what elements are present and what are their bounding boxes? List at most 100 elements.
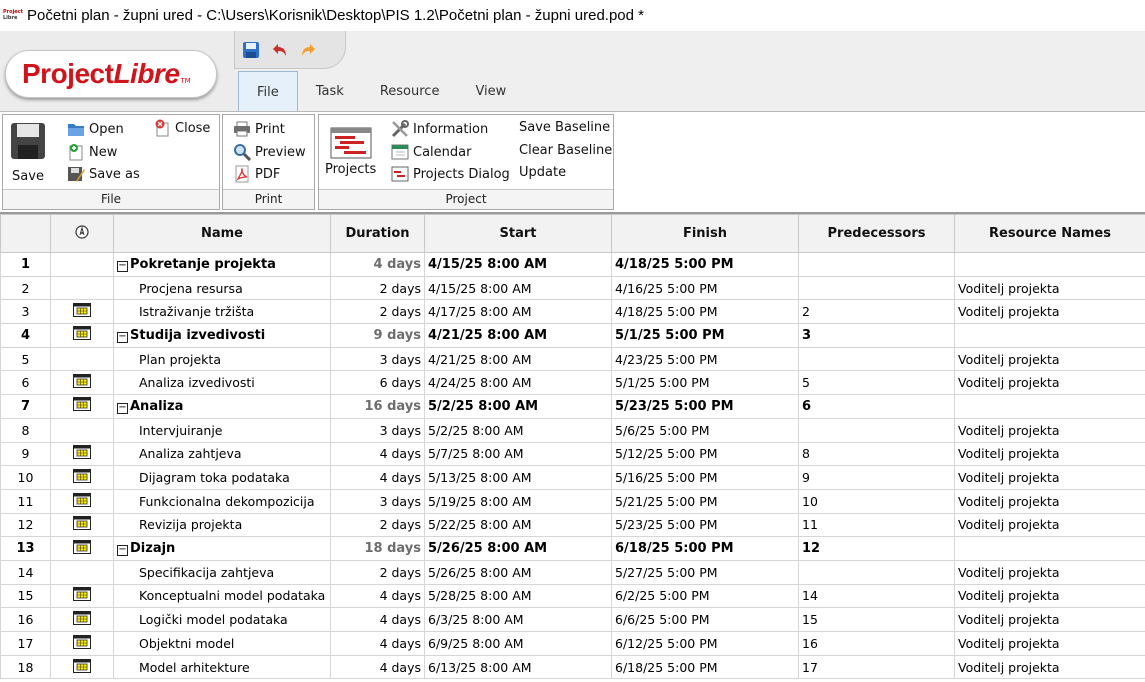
collapse-toggle-icon[interactable]: −: [117, 545, 128, 557]
tab-resource[interactable]: Resource: [362, 71, 458, 112]
clear-baseline-button[interactable]: Clear Baseline: [519, 143, 612, 158]
close-button[interactable]: Close: [153, 119, 210, 137]
finish-cell[interactable]: 5/12/25 5:00 PM: [611, 441, 799, 467]
task-name-cell[interactable]: Specifikacija zahtjeva: [113, 559, 331, 585]
start-cell[interactable]: 6/3/25 8:00 AM: [424, 607, 612, 632]
summary-task-row[interactable]: 4− Studija izvedivosti 9 days 4/21/25 8:00 …: [0, 323, 1145, 348]
predecessors-cell[interactable]: 16: [798, 631, 955, 656]
start-cell[interactable]: 5/7/25 8:00 AM: [424, 441, 612, 467]
predecessors-cell[interactable]: 14: [798, 583, 955, 609]
duration-cell[interactable]: 3 days: [330, 346, 425, 372]
finish-cell[interactable]: 5/1/25 5:00 PM: [611, 323, 799, 348]
start-cell[interactable]: 5/28/25 8:00 AM: [424, 583, 612, 609]
predecessors-cell[interactable]: [798, 559, 955, 585]
resource-names-column-header[interactable]: Resource Names: [954, 214, 1145, 253]
start-cell[interactable]: 4/15/25 8:00 AM: [424, 275, 612, 301]
task-row[interactable]: 16 Logički model podataka 4 days 6/3/25 8:0…: [0, 607, 1145, 632]
start-cell[interactable]: 4/24/25 8:00 AM: [424, 370, 612, 396]
start-cell[interactable]: 6/13/25 8:00 AM: [424, 654, 612, 680]
start-cell[interactable]: 4/21/25 8:00 AM: [424, 323, 612, 348]
duration-cell[interactable]: 4 days: [330, 583, 425, 609]
row-id-cell[interactable]: 18: [0, 654, 51, 680]
start-cell[interactable]: 4/15/25 8:00 AM: [424, 252, 612, 277]
finish-cell[interactable]: 5/6/25 5:00 PM: [611, 417, 799, 443]
row-id-cell[interactable]: 5: [0, 346, 51, 372]
duration-column-header[interactable]: Duration: [330, 214, 425, 253]
predecessors-cell[interactable]: 11: [798, 512, 955, 538]
task-name-cell[interactable]: Analiza zahtjeva: [113, 441, 331, 467]
task-name-cell[interactable]: Logički model podataka: [113, 607, 331, 632]
finish-cell[interactable]: 5/21/25 5:00 PM: [611, 488, 799, 514]
projects-dialog-button[interactable]: Projects Dialog: [391, 165, 510, 183]
finish-cell[interactable]: 5/16/25 5:00 PM: [611, 465, 799, 490]
resource-names-cell[interactable]: Voditelj projekta: [954, 559, 1145, 585]
row-id-cell[interactable]: 16: [0, 607, 51, 632]
finish-cell[interactable]: 5/23/25 5:00 PM: [611, 512, 799, 538]
task-name-cell[interactable]: Istraživanje tržišta: [113, 299, 331, 325]
start-cell[interactable]: 6/9/25 8:00 AM: [424, 631, 612, 656]
task-name-cell[interactable]: Objektni model: [113, 631, 331, 656]
indicator-column-header[interactable]: [50, 214, 114, 253]
predecessors-cell[interactable]: 8: [798, 441, 955, 467]
id-column-header[interactable]: [0, 214, 51, 253]
predecessors-cell[interactable]: 15: [798, 607, 955, 632]
duration-cell[interactable]: 4 days: [330, 631, 425, 656]
collapse-toggle-icon[interactable]: −: [117, 331, 128, 343]
row-id-cell[interactable]: 14: [0, 559, 51, 585]
predecessors-cell[interactable]: 12: [798, 536, 955, 561]
finish-cell[interactable]: 6/12/25 5:00 PM: [611, 631, 799, 656]
save-baseline-button[interactable]: Save Baseline: [519, 120, 610, 135]
task-name-cell[interactable]: − Dizajn: [113, 536, 331, 561]
row-id-cell[interactable]: 11: [0, 488, 51, 514]
resource-names-cell[interactable]: [954, 536, 1145, 561]
duration-cell[interactable]: 4 days: [330, 654, 425, 680]
resource-names-cell[interactable]: [954, 323, 1145, 348]
resource-names-cell[interactable]: Voditelj projekta: [954, 607, 1145, 632]
start-cell[interactable]: 5/13/25 8:00 AM: [424, 465, 612, 490]
task-row[interactable]: 10 Dijagram toka podataka 4 days 5/13/25 8:…: [0, 465, 1145, 490]
task-row[interactable]: 5 Plan projekta 3 days 4/21/25 8:00 AM 4/23/…: [0, 346, 1145, 372]
duration-cell[interactable]: 3 days: [330, 417, 425, 443]
duration-cell[interactable]: 2 days: [330, 512, 425, 538]
predecessors-cell[interactable]: 9: [798, 465, 955, 490]
task-name-cell[interactable]: Dijagram toka podataka: [113, 465, 331, 490]
duration-cell[interactable]: 4 days: [330, 465, 425, 490]
predecessors-cell[interactable]: 3: [798, 323, 955, 348]
task-row[interactable]: 17 Objektni model 4 days 6/9/25 8:00 AM 6/12…: [0, 631, 1145, 656]
start-column-header[interactable]: Start: [424, 214, 612, 253]
resource-names-cell[interactable]: Voditelj projekta: [954, 299, 1145, 325]
resource-names-cell[interactable]: [954, 252, 1145, 277]
tab-view[interactable]: View: [457, 71, 524, 112]
start-cell[interactable]: 5/19/25 8:00 AM: [424, 488, 612, 514]
task-row[interactable]: 3 Istraživanje tržišta 2 days 4/17/25 8:00 …: [0, 299, 1145, 325]
start-cell[interactable]: 5/22/25 8:00 AM: [424, 512, 612, 538]
task-name-cell[interactable]: Revizija projekta: [113, 512, 331, 538]
row-id-cell[interactable]: 2: [0, 275, 51, 301]
task-row[interactable]: 2 Procjena resursa 2 days 4/15/25 8:00 AM 4/…: [0, 275, 1145, 301]
resource-names-cell[interactable]: Voditelj projekta: [954, 654, 1145, 680]
duration-cell[interactable]: 2 days: [330, 299, 425, 325]
predecessors-cell[interactable]: 2: [798, 299, 955, 325]
open-button[interactable]: Open: [67, 120, 124, 138]
row-id-cell[interactable]: 6: [0, 370, 51, 396]
save-icon[interactable]: [241, 40, 261, 60]
save-as-button[interactable]: Save as: [67, 165, 140, 183]
predecessors-cell[interactable]: 10: [798, 488, 955, 514]
task-row[interactable]: 11 Funkcionalna dekompozicija 3 days 5/19/2…: [0, 488, 1145, 514]
finish-cell[interactable]: 5/23/25 5:00 PM: [611, 394, 799, 419]
predecessors-cell[interactable]: 6: [798, 394, 955, 419]
predecessors-cell[interactable]: 17: [798, 654, 955, 680]
start-cell[interactable]: 4/17/25 8:00 AM: [424, 299, 612, 325]
duration-cell[interactable]: 4 days: [330, 607, 425, 632]
duration-cell[interactable]: 3 days: [330, 488, 425, 514]
information-button[interactable]: Information: [391, 120, 488, 138]
task-row[interactable]: 12 Revizija projekta 2 days 5/22/25 8:00 AM…: [0, 512, 1145, 538]
resource-names-cell[interactable]: Voditelj projekta: [954, 488, 1145, 514]
summary-task-row[interactable]: 1− Pokretanje projekta 4 days 4/15/25 8:00 …: [0, 252, 1145, 277]
row-id-cell[interactable]: 17: [0, 631, 51, 656]
preview-button[interactable]: Preview: [233, 143, 306, 161]
redo-icon[interactable]: [299, 40, 319, 60]
resource-names-cell[interactable]: Voditelj projekta: [954, 370, 1145, 396]
name-column-header[interactable]: Name: [113, 214, 331, 253]
tab-file[interactable]: File: [238, 71, 298, 113]
